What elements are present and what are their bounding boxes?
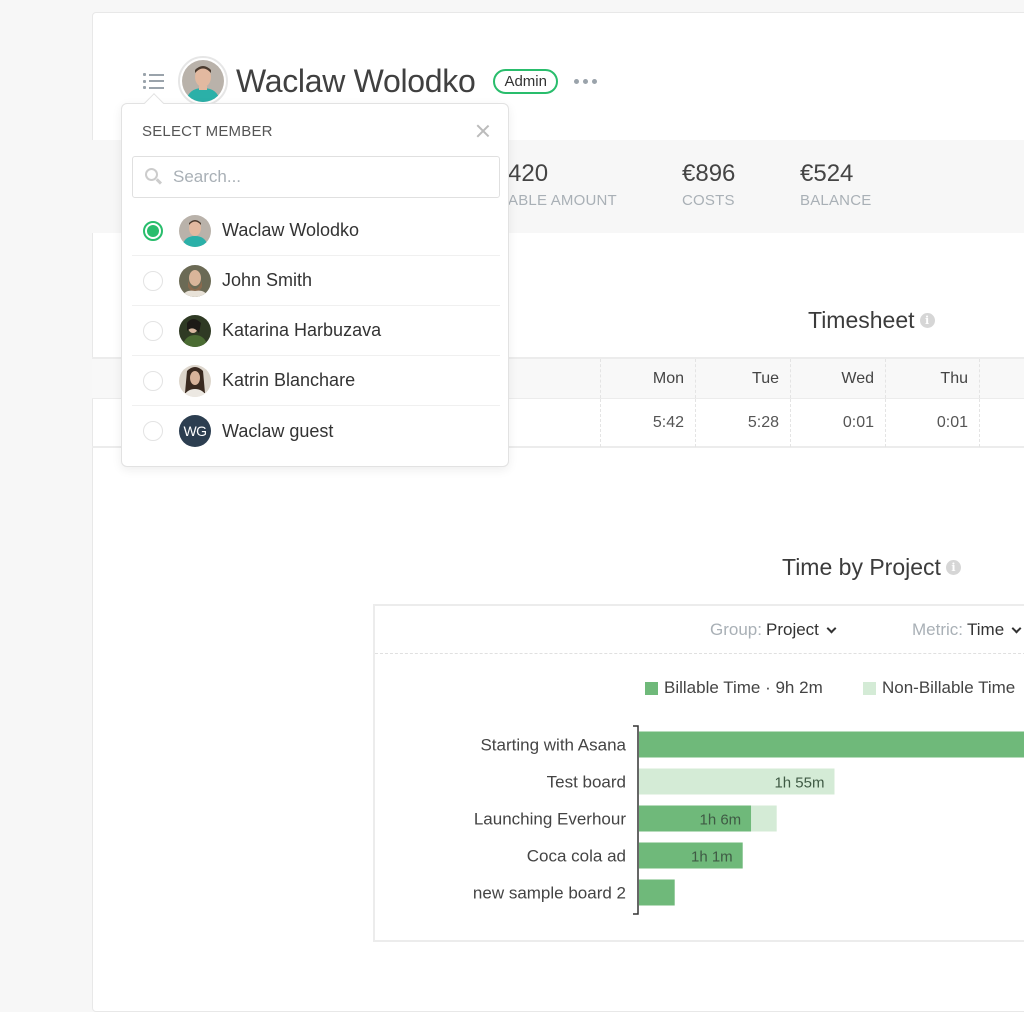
bar-value-label: 1h 6m [699,812,741,829]
radio-selected[interactable] [143,220,163,241]
chevron-down-icon [1011,623,1022,633]
member-list: Waclaw Wolodko John Smith Katarina Harbu… [132,206,500,456]
select-member-popup: SELECT MEMBER Waclaw Wolodko John Smith … [121,93,509,467]
legend-label: Non-Billable Time [882,678,1016,697]
bar-value-label: 1h 1m [691,849,733,866]
bar-value-label: 1h 55m [774,775,824,792]
radio-unselected[interactable] [143,370,163,391]
avatar [179,264,211,297]
more-horizontal-icon[interactable] [573,78,597,84]
popup-title: SELECT MEMBER [142,123,273,140]
time-by-project-title-text: Time by Project [782,554,941,580]
page-header: Waclaw Wolodko Admin [142,56,597,106]
chart-controls: Group: Project Metric: Time [375,606,1024,654]
member-name: Waclaw Wolodko [222,220,360,240]
legend-billable[interactable]: Billable Time · 9h 2m [645,678,823,698]
timesheet-title-text: Timesheet [808,307,915,333]
avatar [179,314,211,347]
member-item-john-smith[interactable]: John Smith [132,256,500,306]
stat-value: €524 [800,160,854,187]
info-icon[interactable]: i [919,313,935,328]
cell-thu[interactable]: 0:01 [885,399,979,447]
avatar[interactable] [178,56,228,106]
member-name: Katrin Blanchare [222,370,356,390]
category-label: Launching Everhour [474,810,627,829]
category-label: Coca cola ad [527,847,626,866]
search-input[interactable] [173,167,493,187]
avatar [179,214,211,247]
cell-next [979,399,1024,447]
column-header-thu: Thu [885,359,979,398]
bar-billable[interactable] [639,731,1024,758]
stat-label: COSTS [682,192,735,209]
y-axis-line [633,725,639,915]
legend-swatch-billable [645,681,658,695]
category-label: Starting with Asana [480,736,626,755]
radio-unselected[interactable] [143,270,163,291]
list-menu-icon[interactable] [142,71,166,91]
column-header-wed: Wed [790,359,885,398]
metric-value: Time [967,620,1005,639]
stat-billable-amount: 420 ABLE AMOUNT [508,160,617,209]
group-label: Group: [710,620,762,639]
member-item-katarina-harbuzava[interactable]: Katarina Harbuzava [132,306,500,356]
timesheet-title: Timesheet i [808,307,935,334]
column-header-tue: Tue [695,359,790,398]
legend-swatch-non-billable [863,681,876,695]
search-icon [145,168,163,186]
stat-value: 420 [508,160,549,187]
member-name: Katarina Harbuzava [222,320,382,340]
role-badge: Admin [493,68,558,94]
radio-unselected[interactable] [143,421,163,441]
search-field[interactable] [132,156,500,198]
time-by-project-chart: Group: Project Metric: Time Billable Tim… [373,604,1024,942]
member-item-waclaw-wolodko[interactable]: Waclaw Wolodko [132,206,500,256]
legend-label: Billable Time · 9h 2m [664,678,823,697]
cell-wed[interactable]: 0:01 [790,399,885,447]
cell-mon[interactable]: 5:42 [600,399,695,447]
avatar [179,364,211,397]
column-header-next [979,359,1024,398]
close-icon[interactable] [476,124,490,138]
stat-label: ABLE AMOUNT [508,192,617,209]
metric-dropdown[interactable]: Metric: Time [912,620,1022,640]
avatar-initials: WG [179,415,211,447]
legend-non-billable[interactable]: Non-Billable Time [863,678,1015,698]
time-by-project-title: Time by Project i [782,554,961,581]
cell-tue[interactable]: 5:28 [695,399,790,447]
bar-chart-svg: Starting with Asana Test board 1h 55m Launc… [473,725,1024,915]
member-item-katrin-blanchare[interactable]: Katrin Blanchare [132,356,500,406]
stat-balance: €524 BALANCE [800,160,871,209]
member-name: John Smith [222,270,313,290]
stat-costs: €896 COSTS [682,160,735,209]
group-dropdown[interactable]: Group: Project [710,620,837,640]
member-name: Waclaw guest [222,420,334,441]
radio-unselected[interactable] [143,320,163,341]
member-item-waclaw-guest[interactable]: WG Waclaw guest [132,406,500,456]
column-header-mon: Mon [600,359,695,398]
group-value: Project [765,620,819,639]
bar-billable[interactable] [639,879,675,906]
stat-label: BALANCE [800,192,872,209]
stat-value: €896 [682,160,736,187]
user-name: Waclaw Wolodko [236,62,476,99]
bar-non-billable[interactable] [751,805,777,832]
chevron-down-icon [826,623,837,633]
info-icon[interactable]: i [945,560,961,575]
category-label: new sample board 2 [473,884,626,903]
metric-label: Metric: [912,620,963,639]
category-label: Test board [547,773,626,792]
